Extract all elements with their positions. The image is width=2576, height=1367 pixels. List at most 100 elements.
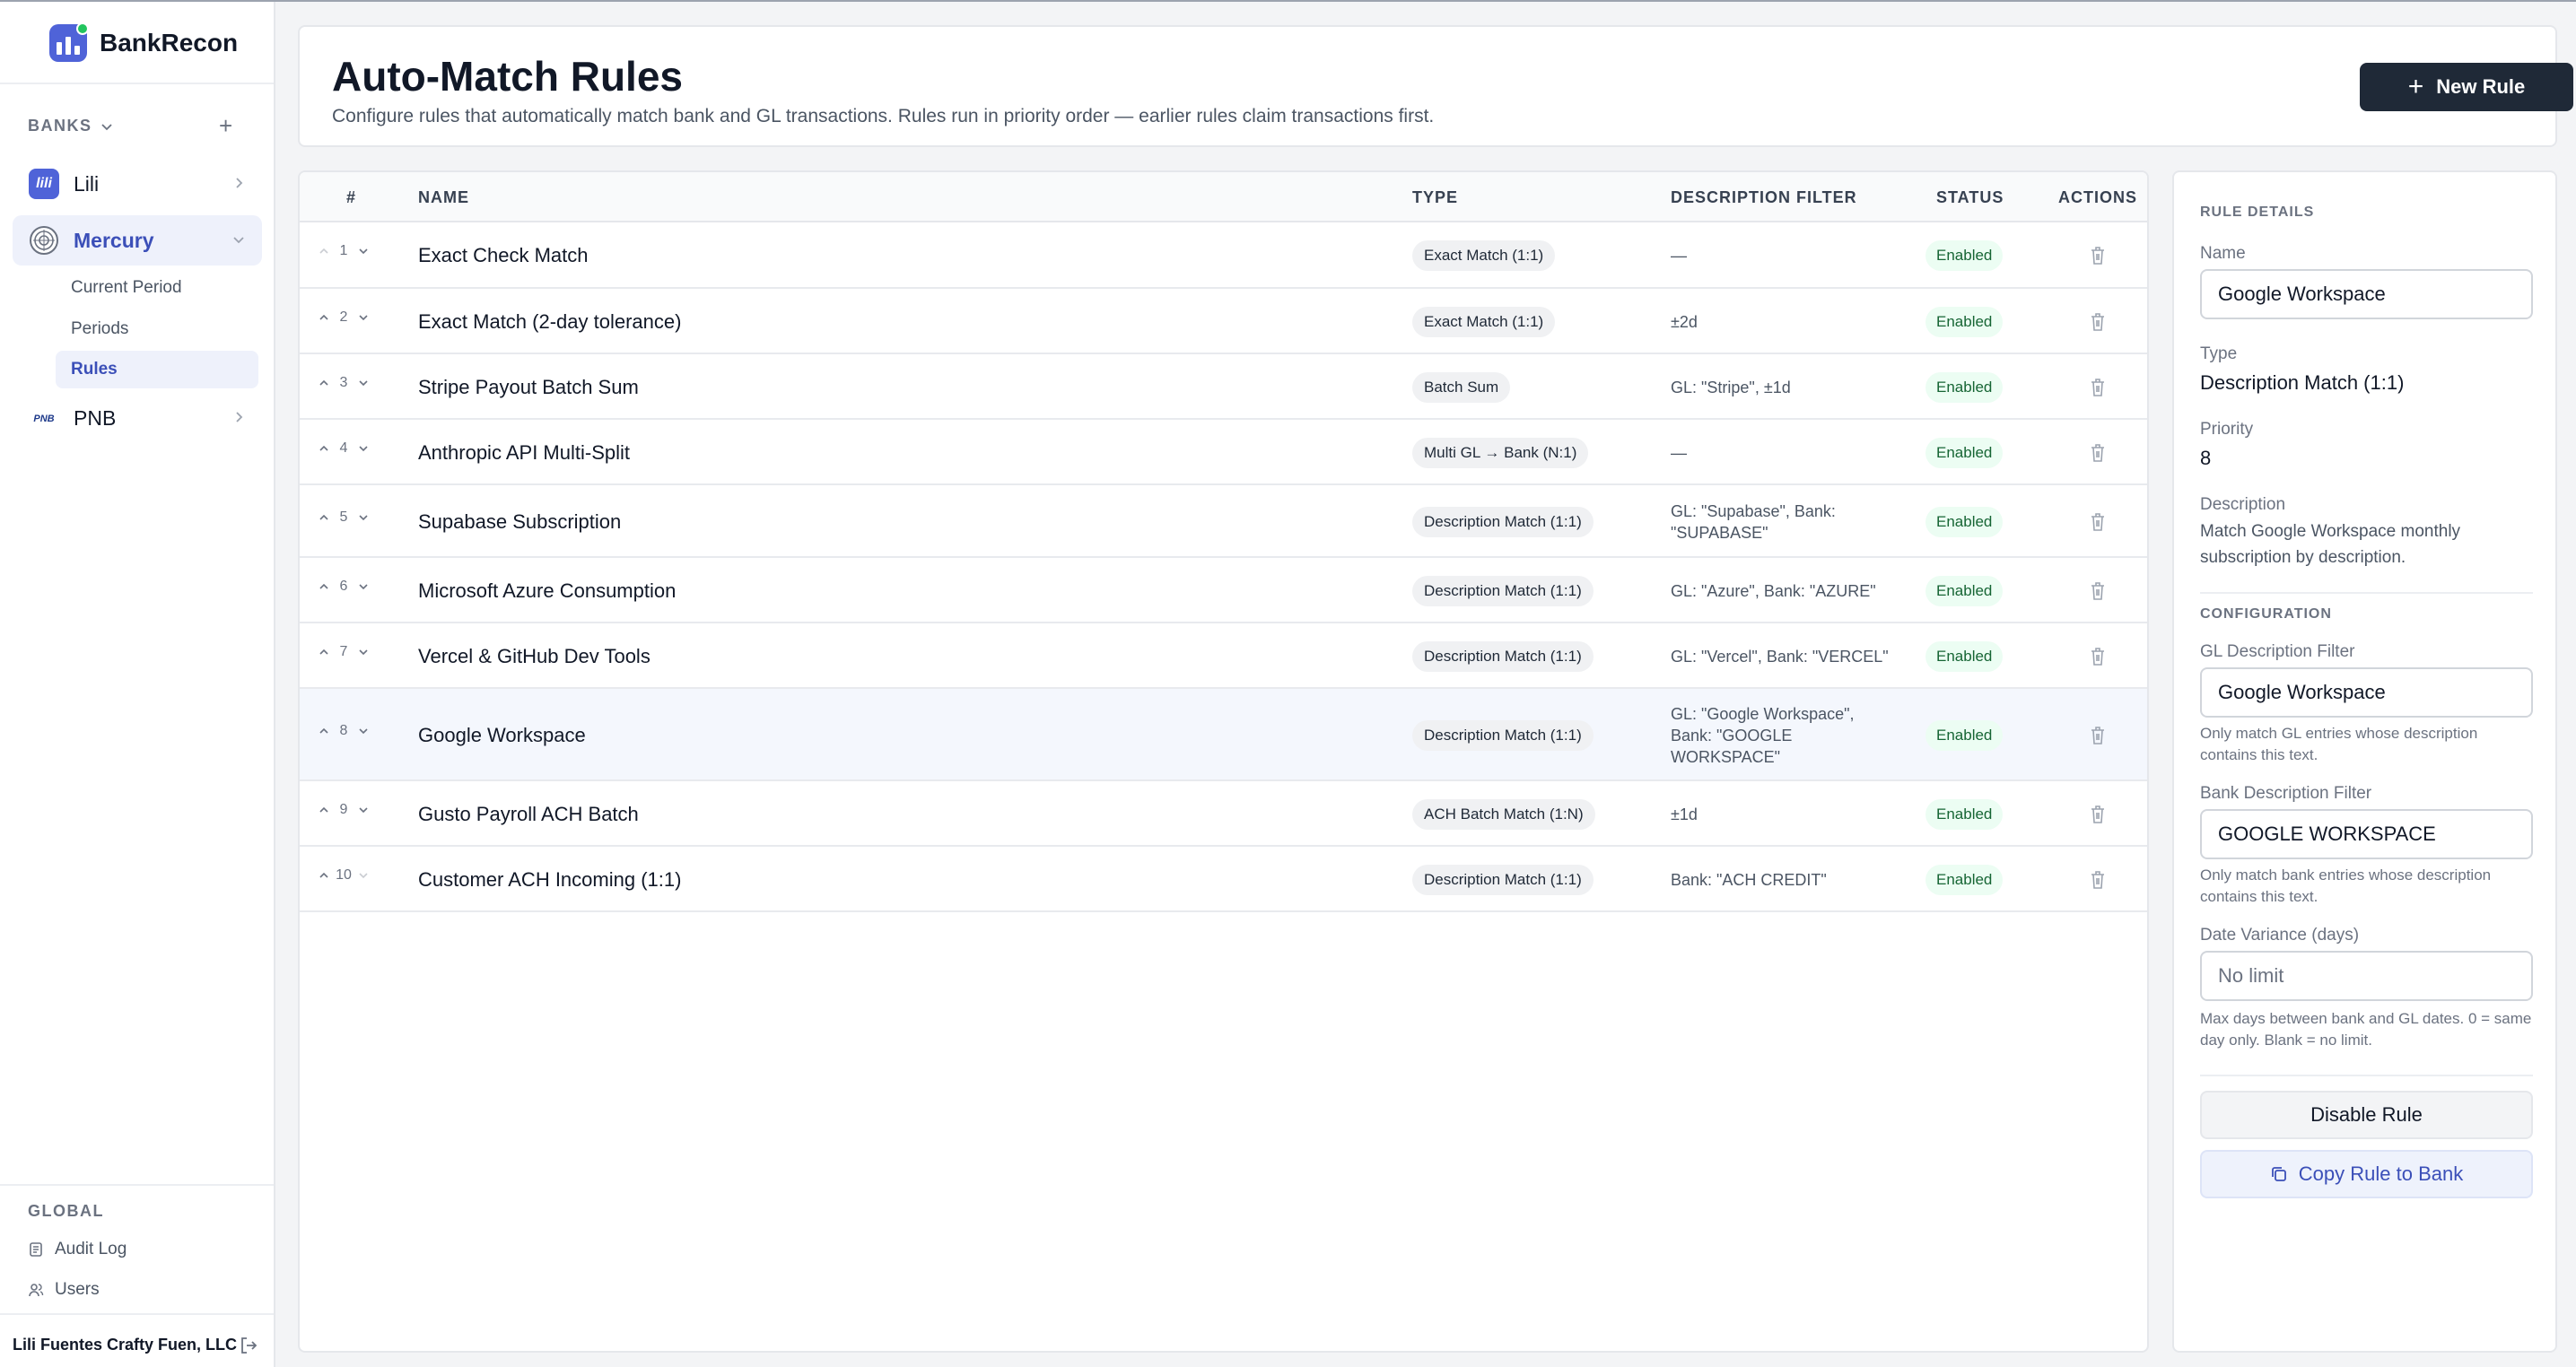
plus-icon: +: [2407, 72, 2424, 101]
move-up-icon[interactable]: [318, 311, 330, 324]
rule-name: Google Workspace: [418, 723, 586, 746]
table-row[interactable]: 7 Vercel & GitHub Dev Tools Description …: [300, 623, 2147, 689]
move-up-icon[interactable]: [318, 646, 330, 658]
column-header-filter: DESCRIPTION FILTER: [1671, 188, 1857, 206]
description-filter: Bank: "ACH CREDIT": [1671, 870, 1827, 889]
priority-value: 8: [2200, 447, 2212, 469]
priority-label: Priority: [2200, 420, 2254, 439]
sidebar-bank-pnb[interactable]: PNB PNB: [13, 393, 262, 443]
column-header-status: STATUS: [1936, 188, 2004, 206]
chevron-down-icon: [233, 237, 244, 244]
priority-controls: 6: [318, 579, 370, 595]
trash-icon[interactable]: [2088, 311, 2108, 333]
bank-description-filter-input[interactable]: [2200, 809, 2533, 859]
status-badge: Enabled: [1925, 798, 2004, 830]
copy-rule-to-bank-button[interactable]: Copy Rule to Bank: [2200, 1150, 2533, 1198]
move-down-icon[interactable]: [357, 725, 370, 737]
trash-icon[interactable]: [2088, 804, 2108, 825]
chevron-right-icon: [236, 412, 243, 422]
move-down-icon[interactable]: [357, 442, 370, 455]
divider: [2200, 1075, 2533, 1076]
column-header-num: #: [346, 188, 357, 206]
logout-icon[interactable]: [239, 1336, 258, 1355]
type-badge: ACH Batch Match (1:N): [1412, 798, 1595, 830]
move-down-icon[interactable]: [357, 377, 370, 389]
sidebar-bank-lili[interactable]: lili Lili: [13, 159, 262, 209]
table-row[interactable]: 8 Google Workspace Description Match (1:…: [300, 689, 2147, 781]
description-label: Description: [2200, 495, 2286, 514]
trash-icon[interactable]: [2088, 377, 2108, 398]
priority-number: 10: [336, 866, 352, 883]
sidebar-item-rules[interactable]: Rules: [56, 351, 258, 388]
trash-icon[interactable]: [2088, 580, 2108, 602]
trash-icon[interactable]: [2088, 511, 2108, 533]
date-variance-input[interactable]: [2200, 951, 2533, 1001]
type-badge: Exact Match (1:1): [1412, 240, 1556, 271]
sidebar-item-current-period[interactable]: Current Period: [56, 269, 258, 307]
disable-rule-button[interactable]: Disable Rule: [2200, 1091, 2533, 1139]
type-badge: Description Match (1:1): [1412, 575, 1594, 606]
pnb-logo-icon: PNB: [29, 413, 59, 424]
add-bank-button[interactable]: +: [219, 113, 232, 138]
move-down-icon[interactable]: [357, 311, 370, 324]
move-down-icon[interactable]: [357, 646, 370, 658]
table-row[interactable]: 2 Exact Match (2-day tolerance) Exact Ma…: [300, 289, 2147, 354]
move-up-icon[interactable]: [318, 804, 330, 816]
chevron-right-icon: [236, 178, 243, 188]
sidebar-item-periods[interactable]: Periods: [56, 310, 258, 348]
copy-icon: [2271, 1167, 2286, 1181]
move-up-icon[interactable]: [318, 580, 330, 593]
column-header-name: NAME: [418, 188, 469, 206]
move-up-icon[interactable]: [318, 725, 330, 737]
move-down-icon[interactable]: [357, 869, 370, 882]
priority-controls: 3: [318, 375, 370, 391]
trash-icon[interactable]: [2088, 725, 2108, 746]
move-down-icon[interactable]: [357, 245, 370, 257]
rule-name-input[interactable]: [2200, 269, 2533, 319]
table-row[interactable]: 4 Anthropic API Multi-Split Multi GL → B…: [300, 420, 2147, 485]
priority-number: 7: [339, 643, 348, 659]
sidebar-bank-mercury[interactable]: Mercury: [13, 215, 262, 266]
table-row[interactable]: 10 Customer ACH Incoming (1:1) Descripti…: [300, 847, 2147, 912]
priority-controls: 10: [318, 867, 370, 884]
table-row[interactable]: 5 Supabase Subscription Description Matc…: [300, 485, 2147, 558]
audit-log-icon: [30, 1242, 42, 1257]
table-row[interactable]: 6 Microsoft Azure Consumption Descriptio…: [300, 558, 2147, 623]
trash-icon[interactable]: [2088, 646, 2108, 667]
status-badge: Enabled: [1925, 240, 2004, 271]
move-down-icon[interactable]: [357, 580, 370, 593]
copy-rule-label: Copy Rule to Bank: [2298, 1162, 2464, 1185]
audit-log-label: Audit Log: [55, 1240, 127, 1258]
move-up-icon[interactable]: [318, 442, 330, 455]
table-row[interactable]: 9 Gusto Payroll ACH Batch ACH Batch Matc…: [300, 781, 2147, 847]
description-value: Match Google Workspace monthly subscript…: [2200, 522, 2461, 567]
rule-details-panel: RULE DETAILS Name Type Description Match…: [2172, 170, 2557, 1353]
status-badge: Enabled: [1925, 575, 2004, 606]
trash-icon[interactable]: [2088, 869, 2108, 891]
rule-name: Customer ACH Incoming (1:1): [418, 867, 682, 891]
trash-icon[interactable]: [2088, 442, 2108, 464]
move-down-icon[interactable]: [357, 804, 370, 816]
description-filter: GL: "Vercel", Bank: "VERCEL": [1671, 647, 1889, 666]
move-up-icon[interactable]: [318, 377, 330, 389]
move-up-icon[interactable]: [318, 869, 330, 882]
gl-description-filter-input[interactable]: [2200, 667, 2533, 718]
bank-label: Mercury: [74, 228, 154, 252]
table-row[interactable]: 3 Stripe Payout Batch Sum Batch Sum GL: …: [300, 354, 2147, 420]
sidebar-item-audit-log[interactable]: Audit Log: [28, 1240, 127, 1259]
type-badge: Description Match (1:1): [1412, 506, 1594, 537]
bank-filter-label: Bank Description Filter: [2200, 784, 2372, 803]
brand[interactable]: BankRecon: [49, 22, 238, 65]
table-row[interactable]: 1 Exact Check Match Exact Match (1:1) — …: [300, 222, 2147, 289]
priority-number: 5: [339, 509, 348, 525]
new-rule-button[interactable]: + New Rule: [2360, 63, 2573, 111]
sidebar-item-users[interactable]: Users: [28, 1280, 100, 1300]
date-variance-help: Max days between bank and GL dates. 0 = …: [2200, 1010, 2532, 1049]
type-label: Type: [2200, 344, 2238, 363]
trash-icon[interactable]: [2088, 245, 2108, 266]
rule-name: Microsoft Azure Consumption: [418, 579, 677, 602]
move-up-icon[interactable]: [318, 511, 330, 524]
move-up-icon[interactable]: [318, 245, 330, 257]
move-down-icon[interactable]: [357, 511, 370, 524]
priority-controls: 1: [318, 243, 370, 259]
